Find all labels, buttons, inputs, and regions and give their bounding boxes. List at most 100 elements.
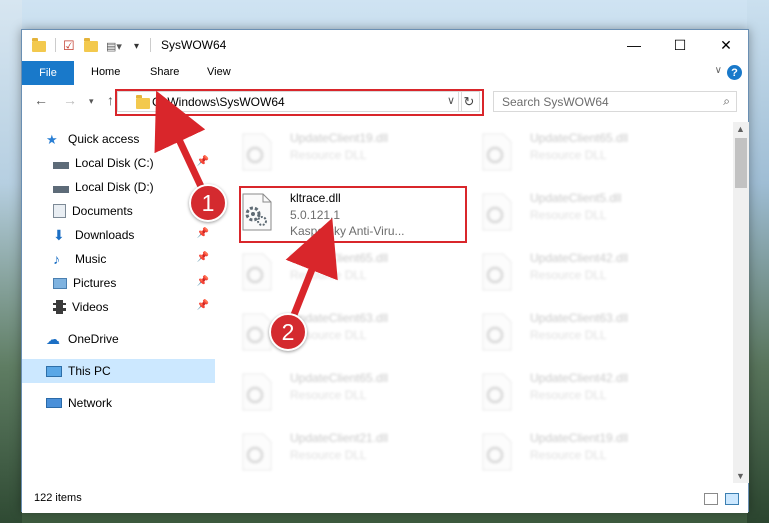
search-input[interactable]: Search SysWOW64 ⌕ <box>493 91 737 112</box>
sidebar-item-label: Documents <box>72 204 133 218</box>
sidebar-item-label: Videos <box>72 300 109 314</box>
file-type: Resource DLL <box>290 268 367 282</box>
file-tile[interactable]: UpdateClient42.dll Resource DLL <box>459 242 689 298</box>
file-tile[interactable]: UpdateClient65.dll Resource DLL <box>459 122 689 178</box>
sidebar-item-label: This PC <box>68 364 111 378</box>
scroll-up-icon[interactable]: ▲ <box>736 124 745 134</box>
maximize-button[interactable]: ☐ <box>657 30 703 60</box>
sidebar-item-onedrive[interactable]: ☁ OneDrive <box>22 327 215 351</box>
dll-file-icon <box>482 433 512 471</box>
file-name: UpdateClient21.dll <box>290 431 389 445</box>
sidebar-item-documents[interactable]: Documents 📌 <box>22 199 215 223</box>
properties-icon[interactable]: ☑ <box>63 38 75 54</box>
address-highlight-box <box>115 89 484 116</box>
file-tile[interactable]: UpdateClient65.dll Resource DLL <box>219 242 449 298</box>
new-folder-icon[interactable] <box>84 37 98 54</box>
sidebar-item-downloads[interactable]: ⬇ Downloads 📌 <box>22 223 215 247</box>
file-type: Resource DLL <box>290 388 367 402</box>
file-name: UpdateClient42.dll <box>530 371 629 385</box>
pin-icon[interactable]: 📌 <box>197 156 209 167</box>
title-divider <box>150 38 151 52</box>
dll-file-icon <box>242 373 272 411</box>
pin-icon[interactable]: 📌 <box>197 300 209 311</box>
file-tile[interactable]: UpdateClient19.dll Resource DLL <box>459 422 689 478</box>
file-type: Resource DLL <box>530 388 607 402</box>
pin-icon[interactable]: 📌 <box>197 228 209 239</box>
file-type: Resource DLL <box>290 448 367 462</box>
file-name: UpdateClient65.dll <box>530 131 629 145</box>
file-tile[interactable]: UpdateClient5.dll Resource DLL <box>459 182 689 238</box>
download-icon: ⬇ <box>53 227 65 243</box>
minimize-button[interactable]: — <box>611 30 657 60</box>
back-arrow-icon[interactable]: ← <box>34 92 48 108</box>
file-name: UpdateClient5.dll <box>530 191 622 205</box>
file-name: UpdateClient42.dll <box>530 251 629 265</box>
forward-arrow-icon[interactable]: → <box>63 92 77 108</box>
sidebar-item-label: Local Disk (D:) <box>75 180 154 194</box>
sidebar-item-label: Network <box>68 396 113 410</box>
sidebar-item-local-disk-c[interactable]: Local Disk (C:) 📌 <box>22 151 215 175</box>
star-icon: ★ <box>46 132 58 147</box>
sidebar-item-this-pc[interactable]: This PC <box>22 359 215 383</box>
file-name: UpdateClient65.dll <box>290 371 389 385</box>
sidebar-item-label: Pictures <box>73 276 117 290</box>
recent-locations-icon[interactable]: ▾ <box>89 96 94 107</box>
close-button[interactable]: ✕ <box>703 30 749 60</box>
sidebar-item-label: OneDrive <box>68 332 119 346</box>
file-list: UpdateClient19.dll Resource DLL UpdateCl… <box>219 122 734 483</box>
sidebar-item-local-disk-d[interactable]: Local Disk (D:) <box>22 175 215 199</box>
file-name: UpdateClient19.dll <box>530 431 629 445</box>
tab-home[interactable]: Home <box>91 66 120 78</box>
file-type: Resource DLL <box>530 268 607 282</box>
large-icons-view-icon[interactable] <box>725 493 739 505</box>
drive-icon <box>53 161 69 169</box>
sidebar-item-quick-access[interactable]: ★ Quick access <box>22 127 215 151</box>
tab-view[interactable]: View <box>207 66 231 78</box>
sidebar-item-label: Local Disk (C:) <box>75 156 154 170</box>
dll-file-icon <box>242 133 272 171</box>
dll-file-icon <box>242 433 272 471</box>
dll-file-icon <box>482 193 512 231</box>
step-2-badge: 2 <box>269 313 307 351</box>
file-tile[interactable]: UpdateClient63.dll Resource DLL <box>459 302 689 358</box>
status-bar: 122 items <box>22 485 748 513</box>
dll-file-icon <box>482 253 512 291</box>
step-1-badge: 1 <box>189 184 227 222</box>
details-view-icon[interactable] <box>704 493 718 505</box>
customize-toolbar-icon[interactable]: ▾ <box>134 38 139 54</box>
file-name: UpdateClient19.dll <box>290 131 389 145</box>
file-tile[interactable]: UpdateClient65.dll Resource DLL <box>219 362 449 418</box>
sidebar-item-videos[interactable]: Videos 📌 <box>22 295 215 319</box>
music-icon: ♪ <box>53 251 60 267</box>
network-icon <box>46 398 62 408</box>
computer-icon <box>46 365 62 377</box>
sidebar-item-label: Quick access <box>68 132 140 146</box>
ribbon-tabs: File Home Share View ∨ ? <box>22 61 748 85</box>
vertical-scrollbar[interactable]: ▲ ▼ <box>733 122 749 483</box>
expand-ribbon-icon[interactable]: ∨ <box>715 65 722 76</box>
tab-file[interactable]: File <box>22 61 74 85</box>
desktop-background-right <box>747 0 769 523</box>
file-tile[interactable]: UpdateClient42.dll Resource DLL <box>459 362 689 418</box>
cloud-icon: ☁ <box>46 331 60 347</box>
scroll-down-icon[interactable]: ▼ <box>736 471 745 481</box>
view-menu-icon[interactable]: ▤▾ <box>106 38 122 54</box>
file-tile[interactable]: UpdateClient63.dll Resource DLL <box>219 302 449 358</box>
pictures-icon <box>53 277 67 289</box>
up-arrow-icon[interactable]: ↑ <box>107 92 114 108</box>
sidebar-item-network[interactable]: Network <box>22 391 215 415</box>
file-type: Resource DLL <box>290 148 367 162</box>
tab-share[interactable]: Share <box>150 66 179 78</box>
dll-file-icon <box>482 373 512 411</box>
sidebar-item-music[interactable]: ♪ Music 📌 <box>22 247 215 271</box>
sidebar-item-pictures[interactable]: Pictures 📌 <box>22 271 215 295</box>
documents-icon <box>53 204 66 218</box>
pin-icon[interactable]: 📌 <box>197 252 209 263</box>
help-button[interactable]: ? <box>727 65 742 80</box>
pin-icon[interactable]: 📌 <box>197 276 209 287</box>
file-tile[interactable]: UpdateClient21.dll Resource DLL <box>219 422 449 478</box>
file-tile[interactable]: UpdateClient19.dll Resource DLL <box>219 122 449 178</box>
scrollbar-thumb[interactable] <box>735 138 747 188</box>
sidebar-item-label: Music <box>75 252 107 266</box>
item-count: 122 items <box>34 492 82 504</box>
